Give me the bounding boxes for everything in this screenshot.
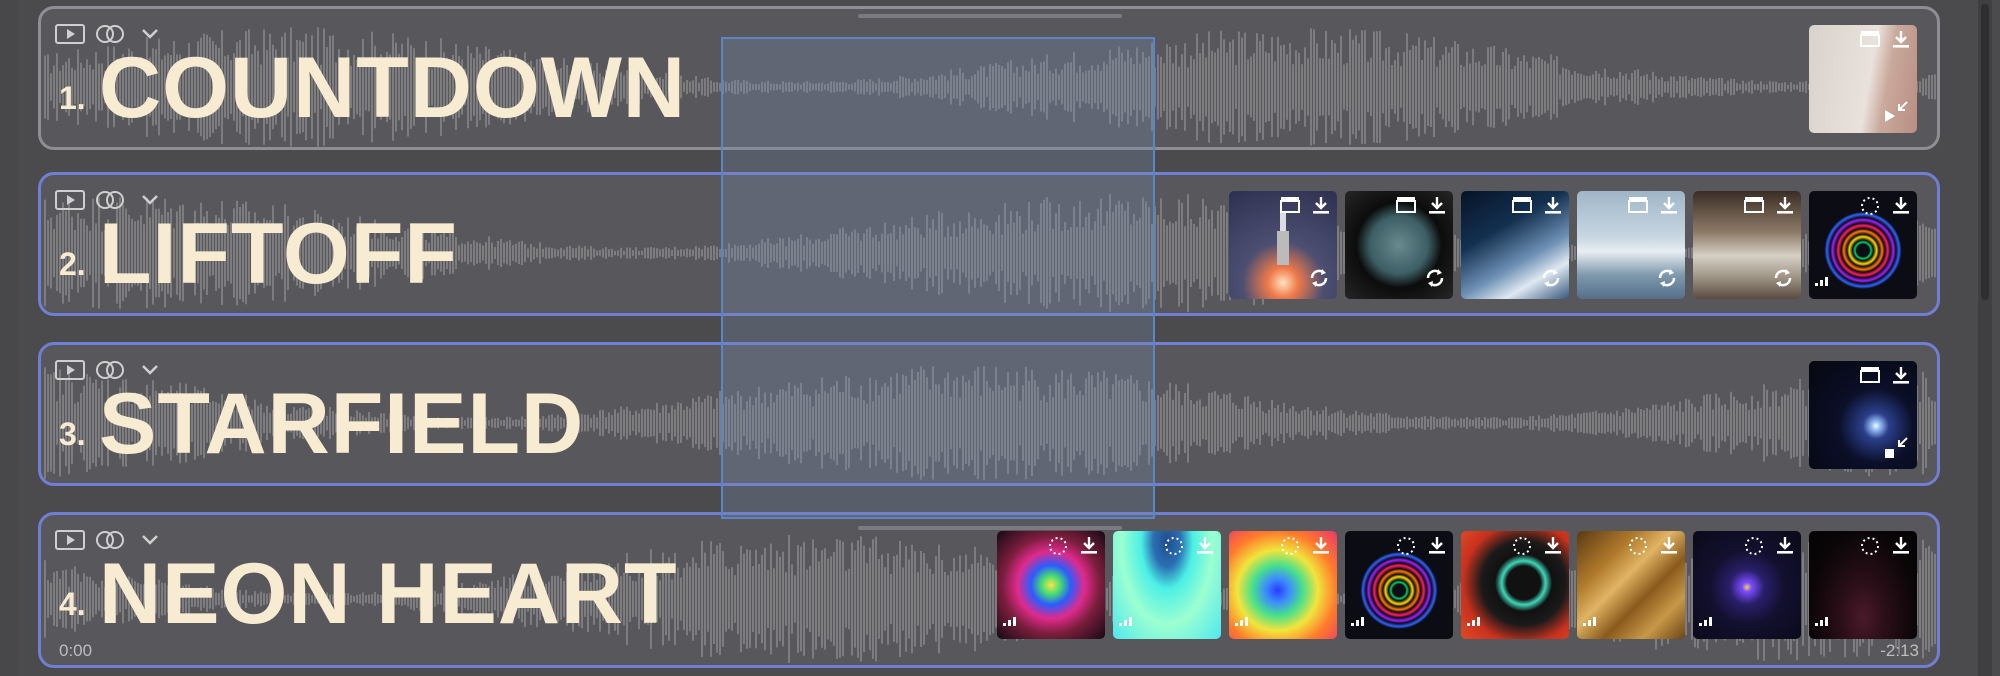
download-icon[interactable]: [1891, 195, 1911, 220]
signal-icon: [1699, 613, 1715, 631]
download-icon[interactable]: [1775, 535, 1795, 560]
download-icon[interactable]: [1427, 535, 1447, 560]
track-title: LIFTOFF: [99, 206, 458, 302]
signal-icon: [1235, 613, 1251, 631]
clapper-icon[interactable]: [1859, 365, 1881, 388]
clip-thumbnail[interactable]: [1113, 531, 1221, 639]
clip-thumbnail[interactable]: [1809, 361, 1917, 469]
sparkle-icon[interactable]: [1743, 535, 1765, 562]
sparkle-icon[interactable]: [1511, 535, 1533, 562]
time-start: 0:00: [59, 641, 93, 660]
shrink-icon[interactable]: [1883, 100, 1911, 129]
sparkle-icon[interactable]: [1859, 195, 1881, 222]
track-number: 3.: [59, 416, 86, 452]
download-icon[interactable]: [1543, 195, 1563, 220]
clip-thumbnail[interactable]: [1577, 191, 1685, 299]
signal-icon: [1003, 613, 1019, 631]
clip-thumbnail[interactable]: [1809, 191, 1917, 299]
download-icon[interactable]: [1659, 195, 1679, 220]
sparkle-icon[interactable]: [1395, 535, 1417, 562]
download-icon[interactable]: [1079, 535, 1099, 560]
clapper-icon[interactable]: [1511, 195, 1533, 218]
clip-thumbnail[interactable]: [1229, 531, 1337, 639]
signal-icon: [1815, 613, 1831, 631]
clip-thumbnail[interactable]: [1345, 531, 1453, 639]
clip-thumbnail[interactable]: [1809, 531, 1917, 639]
play-icon[interactable]: [55, 529, 85, 551]
signal-icon: [1351, 613, 1367, 631]
selection-handle-top[interactable]: [858, 14, 1122, 18]
loop-icon[interactable]: [1423, 266, 1447, 295]
clip-thumbnail[interactable]: [1693, 191, 1801, 299]
download-icon[interactable]: [1891, 535, 1911, 560]
signal-icon: [1583, 613, 1599, 631]
signal-icon: [1815, 273, 1831, 291]
time-remaining: -2:13: [1880, 641, 1919, 660]
play-icon[interactable]: [55, 189, 85, 211]
track-number: 1.: [59, 80, 86, 116]
left-edge: [0, 0, 18, 676]
time-selection[interactable]: [721, 37, 1155, 519]
signal-icon: [1467, 613, 1483, 631]
clip-thumbnail[interactable]: [1693, 531, 1801, 639]
track-title: COUNTDOWN: [99, 40, 687, 136]
track-title: STARFIELD: [99, 376, 585, 472]
clip-thumbnail[interactable]: [1345, 191, 1453, 299]
download-icon[interactable]: [1311, 195, 1331, 220]
clip-thumbnail[interactable]: [1461, 191, 1569, 299]
download-icon[interactable]: [1891, 29, 1911, 54]
loop-icon[interactable]: [1307, 266, 1331, 295]
track-number: 4.: [59, 586, 86, 622]
download-icon[interactable]: [1775, 195, 1795, 220]
clip-thumbnail[interactable]: [1229, 191, 1337, 299]
clapper-icon[interactable]: [1279, 195, 1301, 218]
clip-thumbnail[interactable]: [997, 531, 1105, 639]
clapper-icon[interactable]: [1395, 195, 1417, 218]
download-icon[interactable]: [1311, 535, 1331, 560]
clapper-icon[interactable]: [1859, 29, 1881, 52]
selection-handle-bottom[interactable]: [858, 526, 1122, 530]
vertical-scrollbar[interactable]: [1978, 0, 1992, 676]
track-number: 2.: [59, 246, 86, 282]
track-neon-heart[interactable]: 4. NEON HEART 0:00 -2:13: [38, 512, 1940, 668]
download-icon[interactable]: [1427, 195, 1447, 220]
sparkle-icon[interactable]: [1859, 535, 1881, 562]
loop-icon[interactable]: [1771, 266, 1795, 295]
sparkle-icon[interactable]: [1279, 535, 1301, 562]
download-icon[interactable]: [1891, 365, 1911, 390]
track-title: NEON HEART: [99, 546, 678, 642]
loop-icon[interactable]: [1655, 266, 1679, 295]
clapper-icon[interactable]: [1743, 195, 1765, 218]
clapper-icon[interactable]: [1627, 195, 1649, 218]
play-icon[interactable]: [55, 23, 85, 45]
sparkle-icon[interactable]: [1047, 535, 1069, 562]
sparkle-icon[interactable]: [1163, 535, 1185, 562]
sparkle-icon[interactable]: [1627, 535, 1649, 562]
clip-thumbnail[interactable]: [1577, 531, 1685, 639]
stop-shrink-icon[interactable]: [1883, 436, 1911, 465]
clip-thumbnail[interactable]: [1461, 531, 1569, 639]
download-icon[interactable]: [1543, 535, 1563, 560]
signal-icon: [1119, 613, 1135, 631]
scrollbar-thumb[interactable]: [1981, 4, 1989, 300]
clip-thumbnail[interactable]: [1809, 25, 1917, 133]
download-icon[interactable]: [1195, 535, 1215, 560]
play-icon[interactable]: [55, 359, 85, 381]
download-icon[interactable]: [1659, 535, 1679, 560]
loop-icon[interactable]: [1539, 266, 1563, 295]
